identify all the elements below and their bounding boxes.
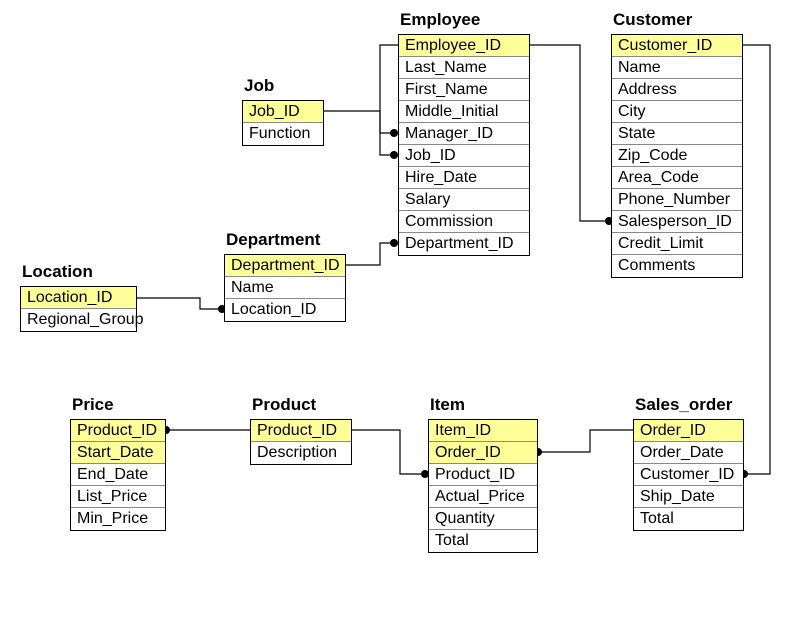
entity-item: Item_IDOrder_IDProduct_IDActual_PriceQua… [428, 419, 538, 553]
field-sales_order-order_date: Order_Date [634, 442, 743, 464]
field-price-min_price: Min_Price [71, 508, 165, 530]
field-customer-city: City [612, 101, 742, 123]
field-customer-zip_code: Zip_Code [612, 145, 742, 167]
entity-product: Product_IDDescription [250, 419, 352, 465]
entity-employee: Employee_IDLast_NameFirst_NameMiddle_Ini… [398, 34, 530, 256]
field-customer-area_code: Area_Code [612, 167, 742, 189]
entity-title-product: Product [252, 395, 316, 415]
field-job-job_id: Job_ID [243, 101, 323, 123]
field-item-order_id: Order_ID [429, 442, 537, 464]
field-item-total: Total [429, 530, 537, 552]
field-employee-last_name: Last_Name [399, 57, 529, 79]
field-customer-phone_number: Phone_Number [612, 189, 742, 211]
field-employee-job_id: Job_ID [399, 145, 529, 167]
entity-title-job: Job [244, 76, 274, 96]
entity-job: Job_IDFunction [242, 100, 324, 146]
field-sales_order-order_id: Order_ID [634, 420, 743, 442]
field-customer-address: Address [612, 79, 742, 101]
field-price-end_date: End_Date [71, 464, 165, 486]
field-customer-state: State [612, 123, 742, 145]
field-employee-middle_initial: Middle_Initial [399, 101, 529, 123]
entity-sales-order: Order_IDOrder_DateCustomer_IDShip_DateTo… [633, 419, 744, 531]
field-product-description: Description [251, 442, 351, 464]
entity-department: Department_IDNameLocation_ID [224, 254, 346, 322]
field-sales_order-customer_id: Customer_ID [634, 464, 743, 486]
field-department-name: Name [225, 277, 345, 299]
entity-title-employee: Employee [400, 10, 480, 30]
field-sales_order-total: Total [634, 508, 743, 530]
field-department-department_id: Department_ID [225, 255, 345, 277]
field-employee-hire_date: Hire_Date [399, 167, 529, 189]
field-employee-salary: Salary [399, 189, 529, 211]
field-employee-commission: Commission [399, 211, 529, 233]
field-item-actual_price: Actual_Price [429, 486, 537, 508]
field-sales_order-ship_date: Ship_Date [634, 486, 743, 508]
entity-title-price: Price [72, 395, 114, 415]
field-employee-first_name: First_Name [399, 79, 529, 101]
entity-title-customer: Customer [613, 10, 692, 30]
field-customer-salesperson_id: Salesperson_ID [612, 211, 742, 233]
field-item-product_id: Product_ID [429, 464, 537, 486]
entity-title-item: Item [430, 395, 465, 415]
field-job-function: Function [243, 123, 323, 145]
entity-title-location: Location [22, 262, 93, 282]
field-location-regional_group: Regional_Group [21, 309, 136, 331]
field-location-location_id: Location_ID [21, 287, 136, 309]
field-price-list_price: List_Price [71, 486, 165, 508]
field-department-location_id: Location_ID [225, 299, 345, 321]
entity-location: Location_IDRegional_Group [20, 286, 137, 332]
field-price-product_id: Product_ID [71, 420, 165, 442]
entity-customer: Customer_IDNameAddressCityStateZip_CodeA… [611, 34, 743, 278]
field-customer-name: Name [612, 57, 742, 79]
field-employee-department_id: Department_ID [399, 233, 529, 255]
field-product-product_id: Product_ID [251, 420, 351, 442]
entity-title-sales-order: Sales_order [635, 395, 732, 415]
field-item-quantity: Quantity [429, 508, 537, 530]
entity-title-department: Department [226, 230, 320, 250]
field-employee-manager_id: Manager_ID [399, 123, 529, 145]
entity-price: Product_IDStart_DateEnd_DateList_PriceMi… [70, 419, 166, 531]
field-customer-customer_id: Customer_ID [612, 35, 742, 57]
field-customer-credit_limit: Credit_Limit [612, 233, 742, 255]
field-item-item_id: Item_ID [429, 420, 537, 442]
field-customer-comments: Comments [612, 255, 742, 277]
field-price-start_date: Start_Date [71, 442, 165, 464]
field-employee-employee_id: Employee_ID [399, 35, 529, 57]
